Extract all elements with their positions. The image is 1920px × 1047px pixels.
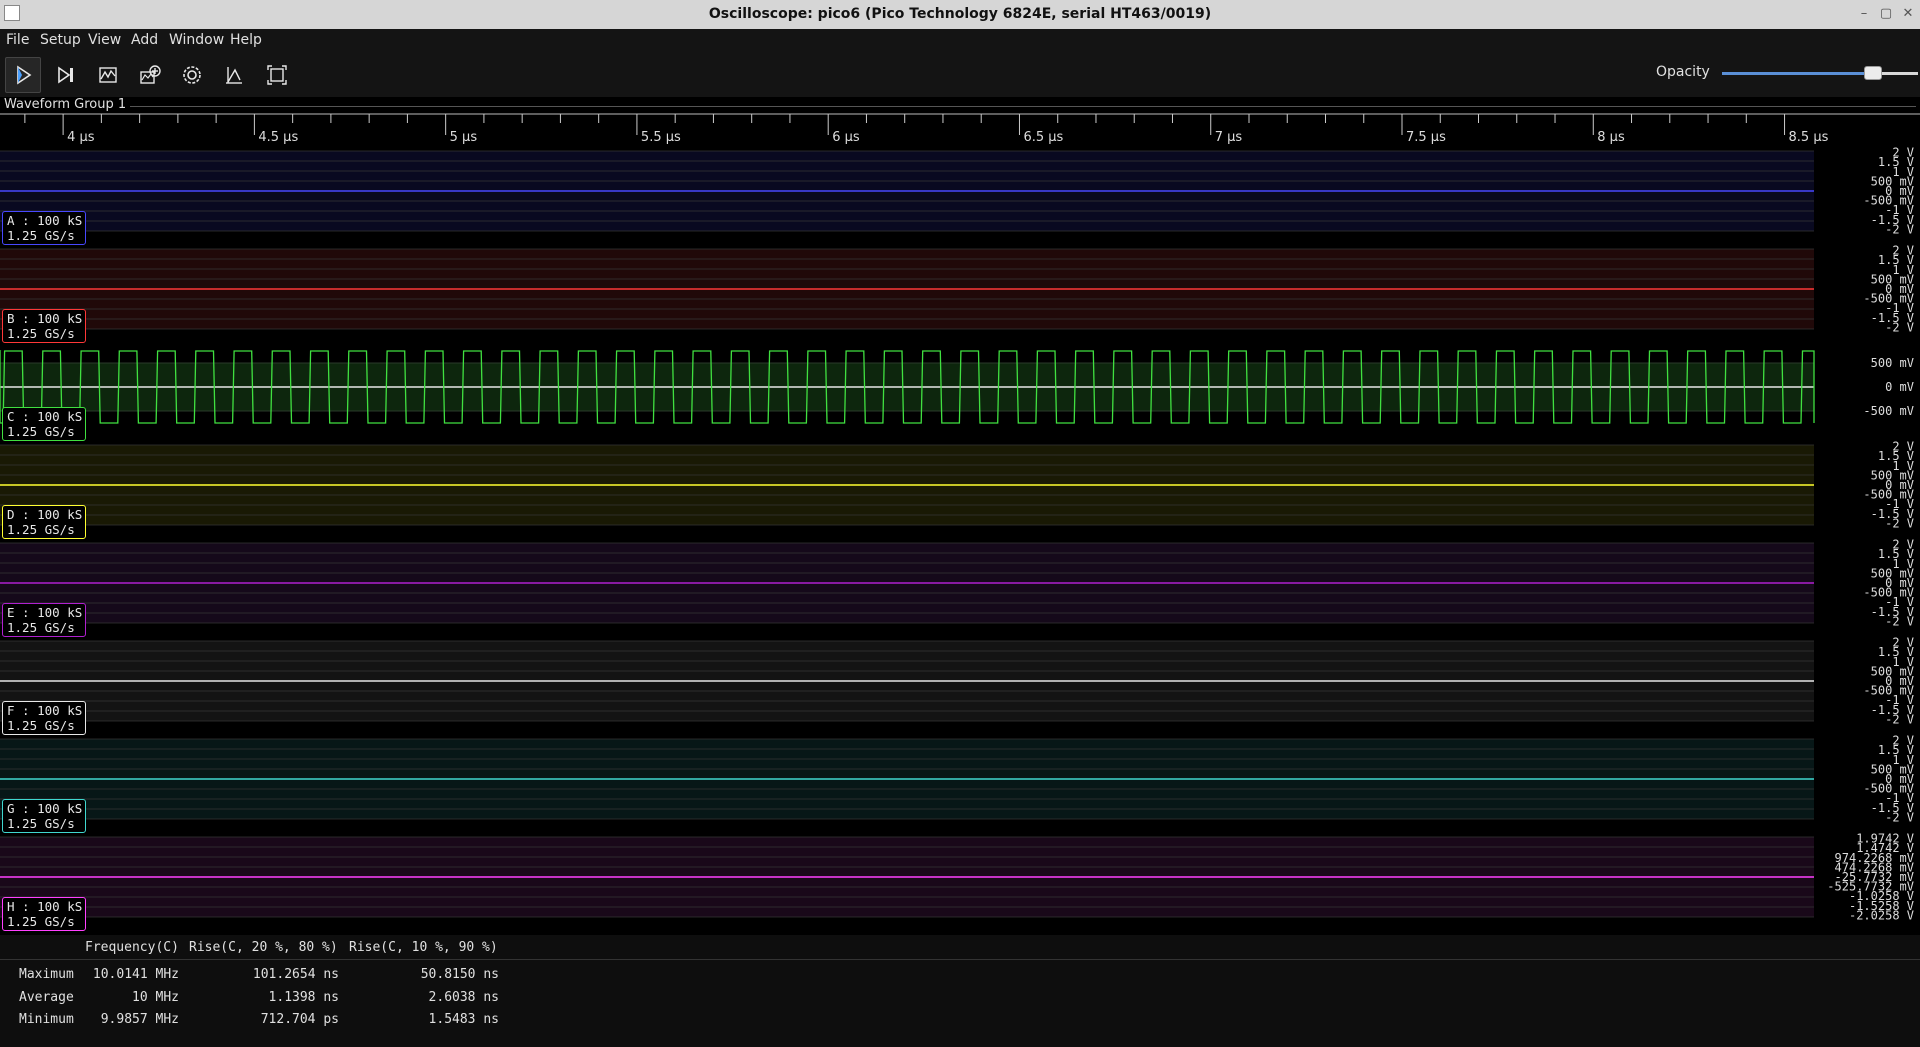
opacity-slider-handle[interactable]: [1863, 66, 1882, 80]
y-axis-label: 0 mV: [1885, 380, 1914, 394]
time-tick-label: 7 µs: [1215, 130, 1243, 145]
y-axis-label: -2 V: [1885, 320, 1914, 334]
channel-sample-depth: E : 100 kS: [7, 605, 83, 620]
row-label: Minimum: [19, 1012, 74, 1027]
play-button[interactable]: [5, 57, 41, 93]
column-header[interactable]: Rise(C, 20 %, 80 %): [189, 940, 338, 955]
channel-badge-h[interactable]: H : 100 kS 1.25 GS/s: [2, 897, 87, 931]
time-tick-label: 4.5 µs: [258, 130, 298, 145]
menu-file[interactable]: File: [6, 29, 29, 51]
channel-sample-depth: H : 100 kS: [7, 899, 83, 914]
time-tick-label: 5 µs: [450, 130, 478, 145]
channel-sample-depth: A : 100 kS: [7, 213, 83, 228]
waveform-canvas[interactable]: 4 µs 4.5 µs 5 µs 5.5 µs 6 µs 6.5 µs 7 µs 7.5 µs…: [0, 113, 1920, 935]
channel-sample-rate: 1.25 GS/s: [7, 326, 75, 341]
single-step-button[interactable]: [48, 57, 84, 93]
window-title: Oscilloscope: pico6 (Pico Technology 682…: [708, 6, 1212, 22]
channel-sample-depth: C : 100 kS: [7, 409, 83, 424]
opacity-slider-fill: [1722, 72, 1873, 75]
waveform-group-title: Waveform Group 1: [4, 97, 131, 113]
channel-sample-depth: G : 100 kS: [7, 801, 83, 816]
time-tick-label: 8 µs: [1597, 130, 1625, 145]
waveform-button[interactable]: [90, 57, 126, 93]
table-row: Average 10 MHz 1.1398 ns 2.6038 ns: [0, 986, 1920, 1008]
table-row: Minimum 9.9857 MHz 712.704 ps 1.5483 ns: [0, 1008, 1920, 1030]
opacity-slider[interactable]: [1722, 66, 1918, 80]
column-header[interactable]: Rise(C, 10 %, 90 %): [349, 940, 498, 955]
measurements-header: Frequency(C) Rise(C, 20 %, 80 %) Rise(C,…: [0, 935, 1920, 960]
measurement-value: 101.2654 ns: [252, 967, 339, 982]
time-tick-label: 8.5 µs: [1789, 130, 1829, 145]
measurement-value: 10.0141 MHz: [92, 967, 179, 982]
channel-sample-rate: 1.25 GS/s: [7, 718, 75, 733]
measurement-value: 712.704 ps: [260, 1012, 339, 1027]
time-tick-label: 7.5 µs: [1406, 130, 1446, 145]
y-axis-label: -500 mV: [1863, 404, 1914, 418]
add-channel-icon: [140, 65, 161, 84]
add-channel-button[interactable]: [132, 57, 168, 93]
measurements-panel: Frequency(C) Rise(C, 20 %, 80 %) Rise(C,…: [0, 935, 1920, 1047]
close-icon[interactable]: ✕: [1900, 6, 1916, 22]
minimize-icon[interactable]: –: [1856, 6, 1872, 22]
channel-sample-depth: B : 100 kS: [7, 311, 83, 326]
y-axis-label: -2 V: [1885, 712, 1914, 726]
row-label: Average: [19, 989, 74, 1005]
y-axis-label: 500 mV: [1871, 356, 1914, 370]
channel-sample-rate: 1.25 GS/s: [7, 914, 75, 929]
y-axis-label: -2 V: [1885, 222, 1914, 236]
play-icon: [17, 65, 32, 85]
channel-sample-rate: 1.25 GS/s: [7, 620, 75, 635]
time-tick-label: 6.5 µs: [1023, 130, 1063, 145]
column-header[interactable]: Frequency(C): [85, 940, 179, 955]
y-axis-label: -2 V: [1885, 614, 1914, 628]
measurement-value: 9.9857 MHz: [100, 1012, 179, 1027]
channel-badge-a[interactable]: A : 100 kS 1.25 GS/s: [2, 211, 87, 245]
waveform-icon: [99, 67, 117, 83]
table-row: Maximum 10.0141 MHz 101.2654 ns 50.8150 ns: [0, 963, 1920, 985]
title-bar: Oscilloscope: pico6 (Pico Technology 682…: [0, 0, 1920, 29]
opacity-label: Opacity: [1656, 64, 1710, 80]
settings-icon: [183, 66, 201, 84]
measurement-value: 10 MHz: [132, 989, 179, 1005]
maximize-icon[interactable]: ▢: [1878, 6, 1894, 22]
channel-sample-depth: D : 100 kS: [7, 507, 83, 522]
y-axis-label: -2 V: [1885, 516, 1914, 530]
channel-sample-depth: F : 100 kS: [7, 703, 83, 718]
channel-sample-rate: 1.25 GS/s: [7, 424, 75, 439]
waveform-view[interactable]: 4 µs 4.5 µs 5 µs 5.5 µs 6 µs 6.5 µs 7 µs 7.5 µs…: [0, 113, 1920, 935]
channel-badge-f[interactable]: F : 100 kS 1.25 GS/s: [2, 701, 87, 735]
channel-sample-rate: 1.25 GS/s: [7, 522, 75, 537]
menu-add[interactable]: Add: [131, 29, 158, 51]
channel-badge-c[interactable]: C : 100 kS 1.25 GS/s: [2, 407, 87, 441]
channel-badge-g[interactable]: G : 100 kS 1.25 GS/s: [2, 799, 87, 833]
channel-badge-b[interactable]: B : 100 kS 1.25 GS/s: [2, 309, 87, 343]
measurement-value: 1.5483 ns: [428, 1012, 499, 1027]
menu-view[interactable]: View: [88, 29, 121, 51]
menu-setup[interactable]: Setup: [40, 29, 81, 51]
measurement-value: 50.8150 ns: [420, 967, 499, 982]
fullscreen-button[interactable]: [259, 57, 295, 93]
time-tick-label: 6 µs: [832, 130, 860, 145]
channel-sample-rate: 1.25 GS/s: [7, 228, 75, 243]
menu-help[interactable]: Help: [230, 29, 262, 51]
y-axis-label: -2.0258 V: [1849, 908, 1914, 922]
group-divider: [126, 106, 1916, 107]
menu-window[interactable]: Window: [169, 29, 224, 51]
measurement-value: 2.6038 ns: [428, 989, 499, 1005]
channel-badge-d[interactable]: D : 100 kS 1.25 GS/s: [2, 505, 87, 539]
channel-sample-rate: 1.25 GS/s: [7, 816, 75, 831]
settings-button[interactable]: [174, 57, 210, 93]
time-tick-label: 4 µs: [67, 130, 95, 145]
y-axis-label: -2 V: [1885, 810, 1914, 824]
trigger-button[interactable]: [216, 57, 252, 93]
channel-badge-e[interactable]: E : 100 kS 1.25 GS/s: [2, 603, 87, 637]
single-step-icon: [58, 66, 73, 84]
time-tick-label: 5.5 µs: [641, 130, 681, 145]
row-label: Maximum: [19, 967, 74, 982]
toolbar: Opacity: [0, 51, 1920, 97]
measurement-value: 1.1398 ns: [268, 989, 339, 1005]
fullscreen-icon: [267, 65, 287, 85]
trigger-icon: [226, 67, 242, 84]
menu-bar: File Setup View Add Window Help: [0, 29, 1920, 51]
